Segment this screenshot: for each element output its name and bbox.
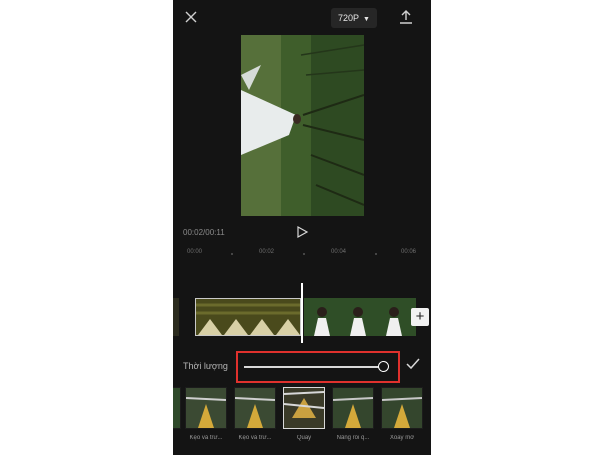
effect-thumbnail [173,387,181,429]
preview-image [241,35,364,216]
effect-thumbnail [283,387,325,429]
clip-thumbnail [304,298,416,336]
ruler-dot [231,253,233,255]
effect-label: Xoay mờ [389,435,415,441]
effect-item-partial[interactable] [173,387,181,429]
resolution-value: 720P [338,13,360,23]
effect-thumbnail [185,387,227,429]
resolution-dropdown[interactable]: 720P ▼ [331,8,377,28]
ruler-tick: 00:02 [259,249,275,255]
effect-label: Nâng rồi q... [336,435,370,441]
effect-label: Quay [296,435,312,441]
close-icon[interactable] [183,9,199,25]
effect-item[interactable]: Kẹo và trư... [185,387,227,441]
timeline-ruler: 00:00 00:02 00:04 00:06 [173,246,431,260]
ruler-dot [375,253,377,255]
effect-thumbnail [332,387,374,429]
effect-label: Kẹo và trư... [238,435,272,441]
export-icon[interactable] [399,9,413,25]
duration-slider-highlight [236,351,400,383]
editor-screen: 720P ▼ 00:02/00:11 00:00 00:02 00:04 00:0… [173,0,431,455]
effect-item[interactable]: Xoay mờ [381,387,423,441]
chevron-down-icon: ▼ [363,16,370,23]
add-clip-button[interactable]: + [411,308,429,326]
ruler-tick: 00:00 [187,249,203,255]
duration-slider-track[interactable] [244,366,384,368]
effect-thumbnail [381,387,423,429]
play-icon[interactable] [295,225,309,239]
timecode: 00:02/00:11 [183,228,225,237]
effect-item[interactable]: Kẹo và trư... [234,387,276,441]
duration-slider-thumb[interactable] [378,361,389,372]
clip-next[interactable] [304,298,416,336]
effect-label: Kẹo và trư... [189,435,223,441]
effects-strip: Kẹo và trư... Kẹo và trư... Quay Nâng rồ… [173,387,431,455]
effect-thumbnail [234,387,276,429]
clip-previous[interactable] [173,298,179,336]
ruler-tick: 00:04 [331,249,347,255]
playhead[interactable] [301,283,303,343]
effect-item-selected[interactable]: Quay [283,387,325,441]
clip-selected[interactable] [195,298,301,336]
effect-item[interactable]: Nâng rồi q... [332,387,374,441]
video-preview[interactable] [241,35,364,216]
check-icon[interactable] [405,357,421,371]
ruler-tick: 00:06 [401,249,417,255]
ruler-dot [303,253,305,255]
clip-thumbnail [196,299,300,335]
duration-label: Thời lượng [183,361,228,371]
